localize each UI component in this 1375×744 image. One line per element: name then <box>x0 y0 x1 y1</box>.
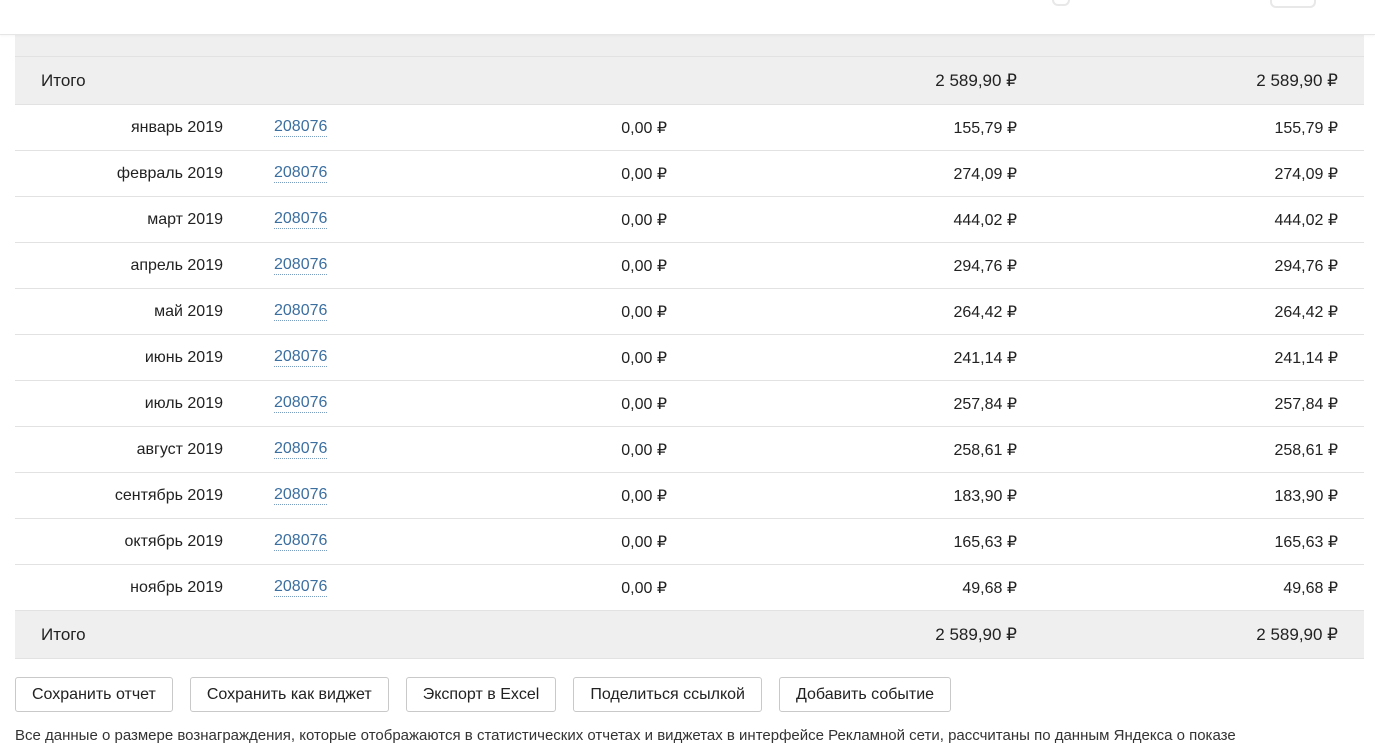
period-cell: февраль 2019 <box>116 164 223 182</box>
value-cell-1: 0,00 ₽ <box>621 211 667 229</box>
reward-cell: 241,14 ₽ <box>953 349 1017 367</box>
site-id-link[interactable]: 208076 <box>274 118 328 137</box>
value-cell-1: 0,00 ₽ <box>621 533 667 551</box>
share-link-button[interactable]: Поделиться ссылкой <box>573 677 762 712</box>
period-cell: ноябрь 2019 <box>130 578 223 596</box>
reward-sum-cell: 183,90 ₽ <box>1274 487 1338 505</box>
header-icon <box>1270 0 1316 8</box>
site-id-link[interactable]: 208076 <box>274 256 328 275</box>
value-cell-1: 0,00 ₽ <box>621 579 667 597</box>
period-cell: март 2019 <box>147 210 223 228</box>
table-row: апрель 2019 208076 0,00 ₽ 294,76 ₽ 294,76 ₽ <box>15 243 1364 289</box>
reward-cell: 264,42 ₽ <box>953 303 1017 321</box>
report-table: Итого 2 589,90 ₽ 2 589,90 ₽ январь 2019 2… <box>15 18 1364 659</box>
site-id-link[interactable]: 208076 <box>274 578 328 597</box>
period-cell: август 2019 <box>136 440 223 458</box>
site-id-cell: 208076 <box>274 151 328 196</box>
value-cell-1: 0,00 ₽ <box>621 349 667 367</box>
reward-cell: 165,63 ₽ <box>953 533 1017 551</box>
top-header-bar <box>0 0 1375 35</box>
save-as-widget-button[interactable]: Сохранить как виджет <box>189 677 389 712</box>
table-body: январь 2019 208076 0,00 ₽ 155,79 ₽ 155,79 ₽ ф… <box>15 105 1364 611</box>
table-row: ноябрь 2019 208076 0,00 ₽ 49,68 ₽ 49,68 ₽ <box>15 565 1364 611</box>
site-id-cell: 208076 <box>274 565 328 610</box>
total-reward: 2 589,90 ₽ <box>935 624 1017 644</box>
table-row: август 2019 208076 0,00 ₽ 258,61 ₽ 258,61 ₽ <box>15 427 1364 473</box>
site-id-cell: 208076 <box>274 473 328 518</box>
add-event-button[interactable]: Добавить событие <box>778 677 952 712</box>
site-id-cell: 208076 <box>274 105 328 150</box>
footnote-text: Все данные о размере вознаграждения, кот… <box>15 727 1236 744</box>
reward-sum-cell: 165,63 ₽ <box>1274 533 1338 551</box>
table-row: июнь 2019 208076 0,00 ₽ 241,14 ₽ 241,14 ₽ <box>15 335 1364 381</box>
period-cell: май 2019 <box>154 302 223 320</box>
report-actions: Сохранить отчет Сохранить как виджет Экс… <box>15 677 952 712</box>
reward-sum-cell: 258,61 ₽ <box>1274 441 1338 459</box>
table-row: февраль 2019 208076 0,00 ₽ 274,09 ₽ 274,09 ₽ <box>15 151 1364 197</box>
site-id-cell: 208076 <box>274 381 328 426</box>
reward-sum-cell: 264,42 ₽ <box>1274 303 1338 321</box>
period-cell: апрель 2019 <box>130 256 223 274</box>
site-id-link[interactable]: 208076 <box>274 348 328 367</box>
total-row-top: Итого 2 589,90 ₽ 2 589,90 ₽ <box>15 57 1364 105</box>
site-id-link[interactable]: 208076 <box>274 394 328 413</box>
value-cell-1: 0,00 ₽ <box>621 165 667 183</box>
reward-sum-cell: 155,79 ₽ <box>1274 119 1338 137</box>
total-reward: 2 589,90 ₽ <box>935 70 1017 90</box>
site-id-cell: 208076 <box>274 289 328 334</box>
value-cell-1: 0,00 ₽ <box>621 395 667 413</box>
reward-cell: 49,68 ₽ <box>962 579 1017 597</box>
reward-sum-cell: 49,68 ₽ <box>1283 579 1338 597</box>
total-label: Итого <box>41 70 86 90</box>
site-id-link[interactable]: 208076 <box>274 210 328 229</box>
reward-sum-cell: 444,02 ₽ <box>1274 211 1338 229</box>
reward-cell: 274,09 ₽ <box>953 165 1017 183</box>
period-cell: июнь 2019 <box>144 348 223 366</box>
reward-sum-cell: 241,14 ₽ <box>1274 349 1338 367</box>
site-id-cell: 208076 <box>274 335 328 380</box>
total-reward-sum: 2 589,90 ₽ <box>1256 624 1338 644</box>
value-cell-1: 0,00 ₽ <box>621 441 667 459</box>
site-id-cell: 208076 <box>274 427 328 472</box>
total-row-bottom: Итого 2 589,90 ₽ 2 589,90 ₽ <box>15 611 1364 659</box>
reward-cell: 183,90 ₽ <box>953 487 1017 505</box>
reward-cell: 258,61 ₽ <box>953 441 1017 459</box>
reward-cell: 257,84 ₽ <box>953 395 1017 413</box>
table-row: сентябрь 2019 208076 0,00 ₽ 183,90 ₽ 183,90 … <box>15 473 1364 519</box>
header-icon <box>1052 0 1070 6</box>
site-id-link[interactable]: 208076 <box>274 440 328 459</box>
table-row: май 2019 208076 0,00 ₽ 264,42 ₽ 264,42 ₽ <box>15 289 1364 335</box>
total-reward-sum: 2 589,90 ₽ <box>1256 70 1338 90</box>
site-id-cell: 208076 <box>274 197 328 242</box>
period-cell: сентябрь 2019 <box>114 486 223 504</box>
table-row: март 2019 208076 0,00 ₽ 444,02 ₽ 444,02 ₽ <box>15 197 1364 243</box>
table-row: январь 2019 208076 0,00 ₽ 155,79 ₽ 155,79 ₽ <box>15 105 1364 151</box>
reward-cell: 155,79 ₽ <box>953 119 1017 137</box>
site-id-link[interactable]: 208076 <box>274 532 328 551</box>
period-cell: октябрь 2019 <box>124 532 223 550</box>
value-cell-1: 0,00 ₽ <box>621 119 667 137</box>
site-id-cell: 208076 <box>274 243 328 288</box>
value-cell-1: 0,00 ₽ <box>621 257 667 275</box>
table-row: октябрь 2019 208076 0,00 ₽ 165,63 ₽ 165,63 ₽ <box>15 519 1364 565</box>
site-id-link[interactable]: 208076 <box>274 164 328 183</box>
value-cell-1: 0,00 ₽ <box>621 303 667 321</box>
reward-sum-cell: 274,09 ₽ <box>1274 165 1338 183</box>
reward-cell: 294,76 ₽ <box>953 257 1017 275</box>
reward-cell: 444,02 ₽ <box>953 211 1017 229</box>
site-id-cell: 208076 <box>274 519 328 564</box>
site-id-link[interactable]: 208076 <box>274 486 328 505</box>
reward-sum-cell: 294,76 ₽ <box>1274 257 1338 275</box>
export-excel-button[interactable]: Экспорт в Excel <box>405 677 557 712</box>
reward-sum-cell: 257,84 ₽ <box>1274 395 1338 413</box>
site-id-link[interactable]: 208076 <box>274 302 328 321</box>
period-cell: июль 2019 <box>144 394 223 412</box>
save-report-button[interactable]: Сохранить отчет <box>15 677 173 712</box>
total-label: Итого <box>41 624 86 644</box>
value-cell-1: 0,00 ₽ <box>621 487 667 505</box>
period-cell: январь 2019 <box>131 118 223 136</box>
table-row: июль 2019 208076 0,00 ₽ 257,84 ₽ 257,84 ₽ <box>15 381 1364 427</box>
